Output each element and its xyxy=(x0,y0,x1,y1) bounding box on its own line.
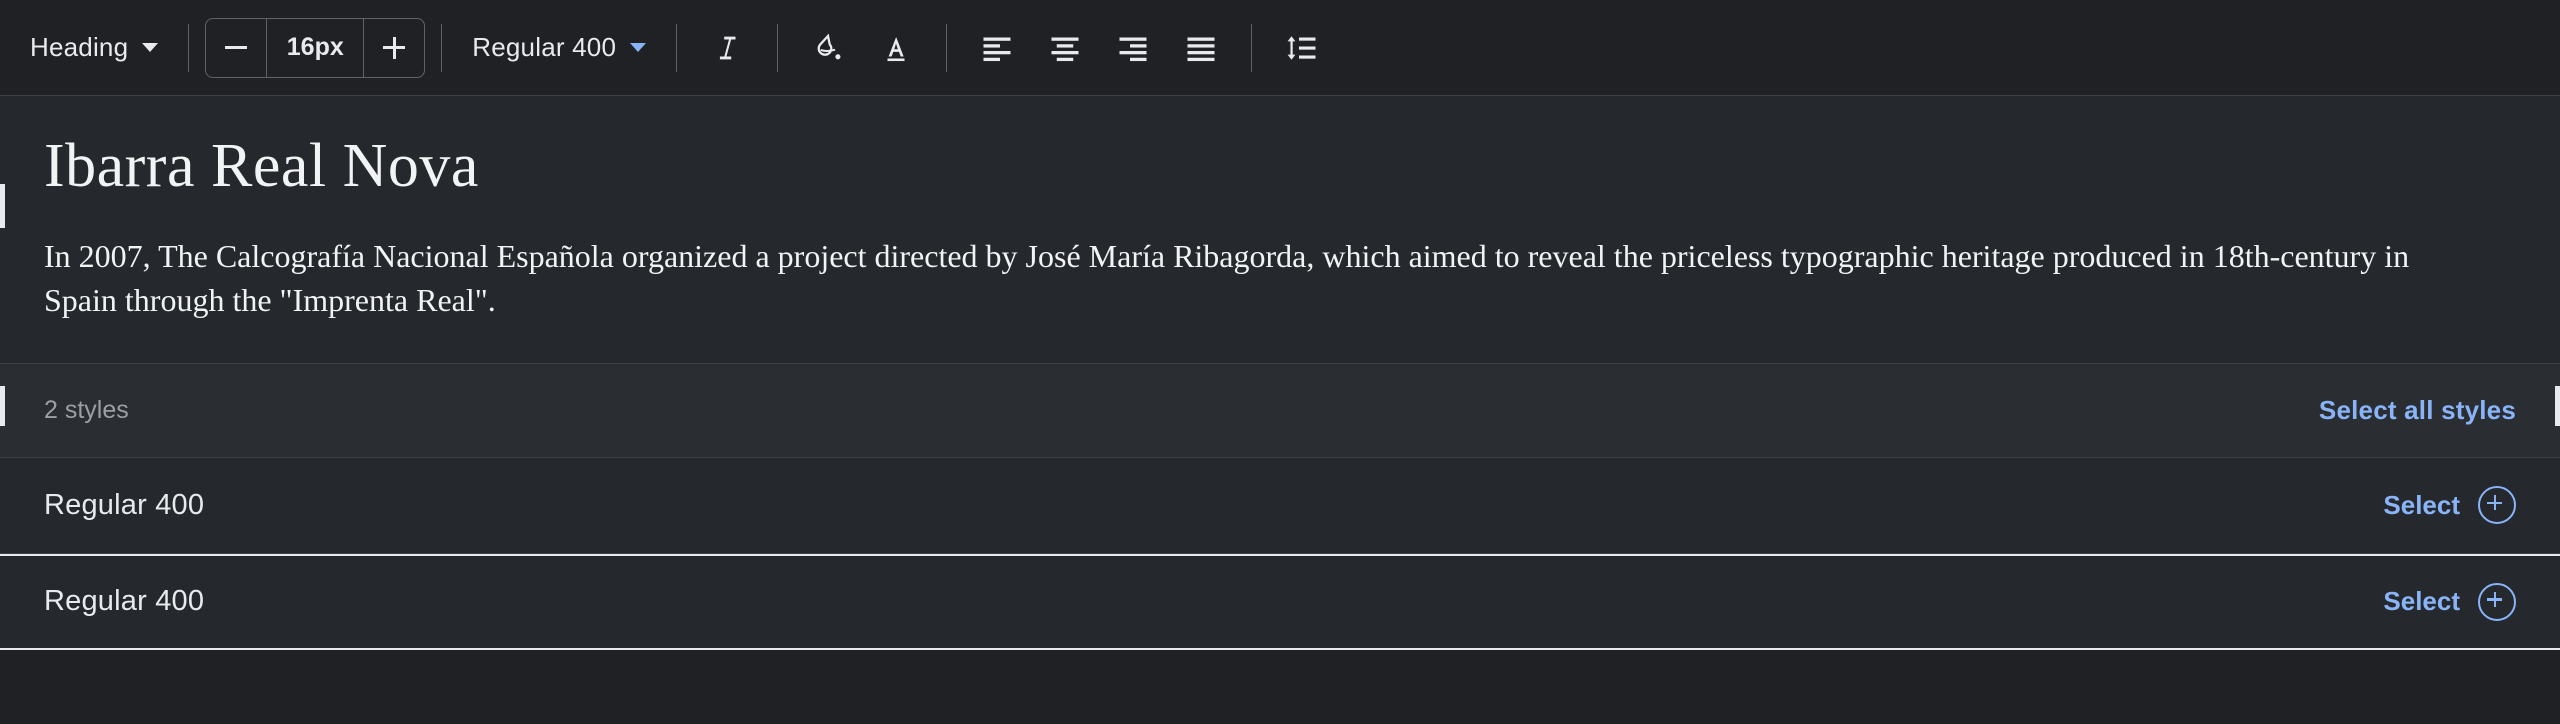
select-style-button[interactable]: Select xyxy=(2383,486,2516,524)
style-row[interactable]: Regular 400 Select xyxy=(0,457,2560,554)
align-right-button[interactable] xyxy=(1105,20,1161,76)
selection-edge-mark xyxy=(0,184,5,228)
editor-toolbar: Heading 16px Regular 400 xyxy=(0,0,2560,96)
font-size-decrease-button[interactable] xyxy=(206,19,266,77)
preview-body-text[interactable]: In 2007, The Calcografía Nacional Españo… xyxy=(44,234,2444,322)
font-weight-dropdown[interactable]: Regular 400 xyxy=(458,24,660,71)
select-style-label: Select xyxy=(2383,586,2460,616)
heading-style-label: Heading xyxy=(30,32,129,62)
selection-edge-mark xyxy=(0,386,5,426)
plus-circle-icon xyxy=(2478,486,2516,524)
align-justify-icon xyxy=(1187,37,1215,61)
font-weight-label: Regular 400 xyxy=(472,32,617,62)
toolbar-divider xyxy=(777,23,779,72)
style-name-label: Regular 400 xyxy=(44,585,205,617)
chevron-down-icon xyxy=(142,43,159,52)
toolbar-divider xyxy=(676,23,678,72)
style-row[interactable]: Regular 400 Select xyxy=(0,553,2560,650)
toolbar-divider xyxy=(188,23,190,72)
style-name-label: Regular 400 xyxy=(44,488,205,521)
select-style-label: Select xyxy=(2383,489,2460,520)
align-left-button[interactable] xyxy=(969,20,1025,76)
chevron-down-icon xyxy=(630,43,647,52)
align-justify-button[interactable] xyxy=(1173,20,1229,76)
font-specimen-editor: Heading 16px Regular 400 Ibarra Real Nov… xyxy=(0,0,2560,724)
styles-header-row: 2 styles Select all styles xyxy=(0,363,2560,458)
toolbar-divider xyxy=(946,23,948,72)
minus-icon xyxy=(225,46,248,49)
plus-icon xyxy=(383,36,406,59)
font-size-increase-button[interactable] xyxy=(364,19,424,77)
align-left-icon xyxy=(983,37,1011,61)
fill-color-icon xyxy=(817,33,841,59)
text-color-icon xyxy=(887,36,905,61)
page-title[interactable]: Ibarra Real Nova xyxy=(44,132,2516,200)
align-center-button[interactable] xyxy=(1037,20,1093,76)
select-all-styles-link[interactable]: Select all styles xyxy=(2319,395,2516,426)
toolbar-divider xyxy=(1251,23,1253,72)
styles-count-label: 2 styles xyxy=(44,395,129,424)
fill-color-button[interactable] xyxy=(800,20,856,76)
line-height-button[interactable] xyxy=(1274,20,1330,76)
font-size-value[interactable]: 16px xyxy=(267,19,363,77)
select-style-button[interactable]: Select xyxy=(2383,582,2516,621)
align-center-icon xyxy=(1051,37,1079,61)
heading-style-dropdown[interactable]: Heading xyxy=(16,24,172,71)
italic-button[interactable] xyxy=(699,20,755,76)
font-size-stepper: 16px xyxy=(205,17,426,78)
toolbar-divider xyxy=(441,23,443,72)
line-height-icon xyxy=(1287,35,1316,60)
font-preview-area[interactable]: Ibarra Real Nova In 2007, The Calcografí… xyxy=(0,96,2560,426)
italic-icon xyxy=(720,36,736,59)
plus-circle-icon xyxy=(2478,582,2516,621)
selection-edge-mark-right xyxy=(2555,386,2560,426)
align-right-icon xyxy=(1119,37,1147,61)
text-color-button[interactable] xyxy=(868,20,924,76)
